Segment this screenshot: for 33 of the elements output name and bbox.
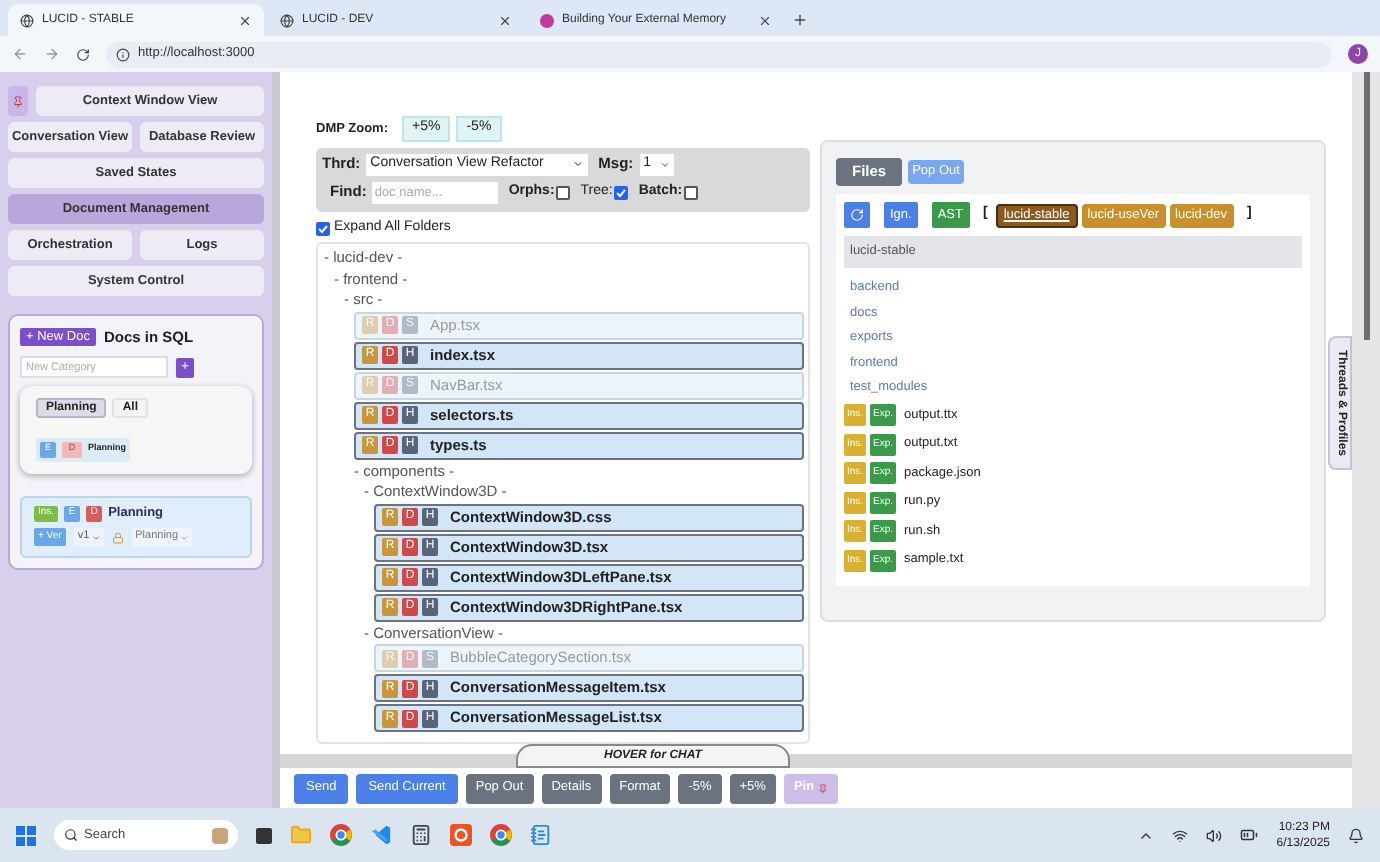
battery-icon[interactable] xyxy=(1240,826,1259,844)
search-icon xyxy=(64,828,78,842)
pin-icon xyxy=(12,95,24,107)
new-tab-icon[interactable] xyxy=(792,12,808,28)
start-icon[interactable] xyxy=(16,825,36,845)
info-icon[interactable] xyxy=(116,47,130,61)
reload-icon[interactable] xyxy=(76,47,90,61)
site-icon xyxy=(540,13,554,27)
close-icon[interactable] xyxy=(238,13,252,27)
close-icon[interactable] xyxy=(758,13,772,27)
volume-icon[interactable] xyxy=(1206,827,1223,843)
close-icon[interactable] xyxy=(498,13,512,27)
refresh-icon xyxy=(850,208,864,222)
chevron-down-icon xyxy=(572,158,585,170)
chrome-icon[interactable] xyxy=(490,824,512,846)
checkbox[interactable] xyxy=(556,185,571,199)
notification-icon[interactable] xyxy=(1348,827,1364,843)
scrollbar[interactable] xyxy=(1352,72,1380,808)
checkbox[interactable] xyxy=(684,185,699,199)
app-icon[interactable] xyxy=(450,824,472,846)
code-editor-icon[interactable] xyxy=(370,824,392,846)
calculator-icon[interactable] xyxy=(410,824,432,846)
checkbox[interactable] xyxy=(316,221,330,235)
globe-icon xyxy=(280,13,294,27)
refresh-button[interactable] xyxy=(844,202,870,228)
wifi-icon[interactable] xyxy=(1172,827,1189,843)
notepad-icon[interactable] xyxy=(530,824,552,846)
chrome-icon[interactable] xyxy=(330,824,352,846)
checkbox[interactable] xyxy=(614,185,629,199)
pin-icon xyxy=(818,783,829,793)
chevron-down-icon xyxy=(659,159,670,169)
globe-icon xyxy=(20,13,34,27)
task-view-icon[interactable] xyxy=(256,827,272,843)
